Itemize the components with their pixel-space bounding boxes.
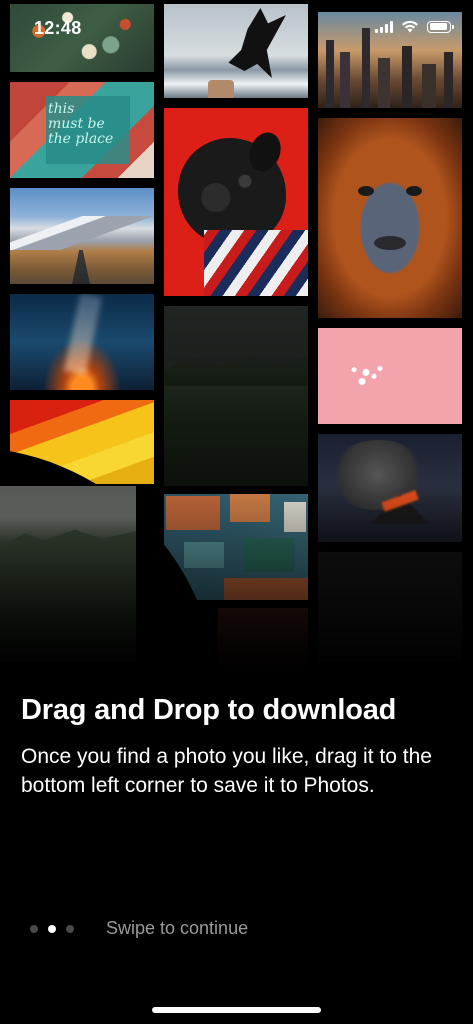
onboarding-description: Once you find a photo you like, drag it … — [21, 745, 432, 797]
photo-neon-sign: this must be the place — [10, 82, 154, 178]
neon-text: this must be the place — [48, 101, 114, 147]
battery-icon — [427, 20, 454, 33]
page-indicator[interactable]: Swipe to continue — [30, 918, 248, 939]
photo-orangutan — [318, 118, 462, 318]
home-indicator[interactable] — [152, 1007, 321, 1013]
cellular-signal-icon — [375, 20, 393, 33]
status-bar: 12:48 — [0, 0, 473, 56]
page-dot-1[interactable] — [30, 924, 38, 933]
grid-fade-overlay — [0, 480, 473, 680]
swipe-hint: Swipe to continue — [106, 918, 249, 938]
status-time: 12:48 — [34, 18, 82, 38]
photo-pug — [164, 108, 308, 296]
wifi-icon — [402, 20, 418, 33]
photo-pink-pearls — [318, 328, 462, 424]
onboarding-text: Drag and Drop to download Once you find … — [21, 690, 453, 800]
photo-milky-way — [10, 294, 154, 390]
page-dot-2-active[interactable] — [48, 924, 56, 933]
onboarding-title: Drag and Drop to download — [21, 694, 397, 726]
onboarding-screen[interactable]: this must be the place 12:48 Drag and Dr… — [0, 0, 473, 1024]
page-dot-3[interactable] — [66, 924, 74, 933]
photo-mountain-road — [10, 188, 154, 284]
photo-green-hills — [164, 306, 308, 486]
